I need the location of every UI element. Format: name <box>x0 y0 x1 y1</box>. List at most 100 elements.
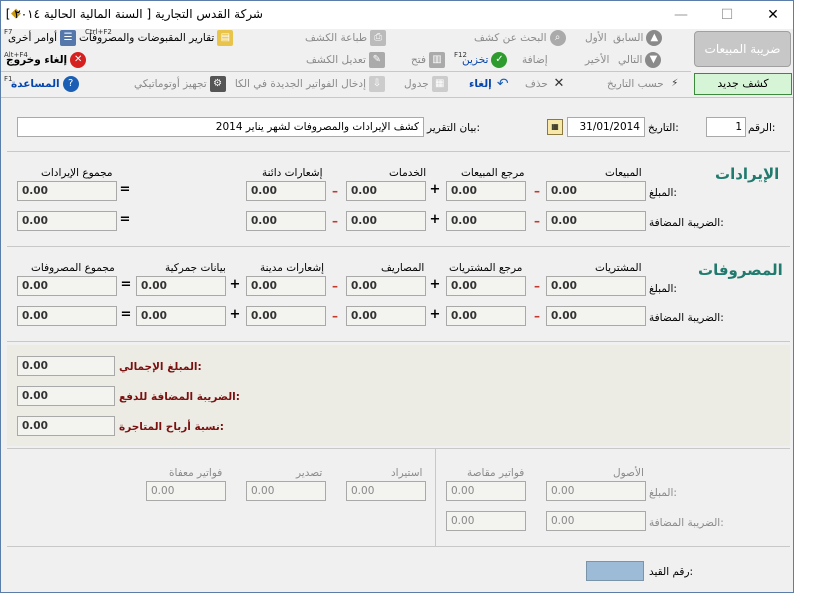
sales-returns-header: مرجع المبيعات <box>461 167 525 179</box>
expenses-divider <box>7 341 790 342</box>
last-button[interactable]: الأخير <box>585 50 609 72</box>
offset-invoices-vat-field[interactable]: 0.00 <box>446 511 526 531</box>
expenses-vat-field[interactable]: 0.00 <box>346 306 426 326</box>
by-date-button[interactable]: حسب التاريخ ⚡ <box>607 74 686 96</box>
sales-amount-field[interactable]: 0.00 <box>546 181 646 201</box>
revenue-divider <box>7 246 790 247</box>
purchase-returns-amount-field[interactable]: 0.00 <box>446 276 526 296</box>
header-divider <box>7 151 790 152</box>
last-label: الأخير <box>585 54 610 66</box>
export-amount-field[interactable]: 0.00 <box>246 481 326 501</box>
revenue-total-header: مجموع الإيرادات <box>41 167 113 179</box>
date-field[interactable]: 31/01/2014 <box>567 117 645 137</box>
previous-button[interactable]: السابق ▲ <box>613 28 665 50</box>
print-button[interactable]: طباعة الكشف ⎙ <box>305 28 389 50</box>
purchases-vat-field[interactable]: 0.00 <box>546 306 646 326</box>
entry-number-label: رقم القيد: <box>649 566 694 578</box>
minus-operator: – <box>332 279 338 293</box>
assets-amount-field[interactable]: 0.00 <box>546 481 646 501</box>
delete-button[interactable]: حذف ✕ <box>525 74 570 96</box>
other-amount-label: المبلغ: <box>649 487 677 499</box>
help-shortcut: F1 <box>4 75 13 83</box>
table-label: جدول <box>404 78 429 90</box>
customs-vat-field[interactable]: 0.00 <box>136 306 226 326</box>
more-commands-button[interactable]: أوامر أخرى ☰ <box>8 28 79 50</box>
edit-label: تعديل الكشف <box>306 54 366 66</box>
gross-amount-field: 0.00 <box>17 356 115 376</box>
calendar-icon[interactable]: ▦ <box>547 119 563 135</box>
equals-operator: = <box>120 277 132 292</box>
debit-notes-amount-field[interactable]: 0.00 <box>246 276 326 296</box>
purchase-returns-header: مرجع المشتريات <box>449 262 523 274</box>
import-invoices-button[interactable]: ⇩إدخال الفواتير الجديدة في الكا <box>233 74 388 96</box>
help-button[interactable]: المساعدة? <box>11 74 82 96</box>
edit-statement-button[interactable]: تعديل الكشف ✎ <box>306 50 388 72</box>
first-button[interactable]: الأول <box>585 28 607 50</box>
sales-returns-amount-field[interactable]: 0.00 <box>446 181 526 201</box>
sales-returns-vat-field[interactable]: 0.00 <box>446 211 526 231</box>
other-divider-vertical <box>435 449 436 546</box>
open-button[interactable]: فتح ▥ <box>411 50 448 72</box>
sales-tax-button[interactable]: ضريبة المبيعات <box>694 31 791 67</box>
services-amount-field[interactable]: 0.00 <box>346 181 426 201</box>
first-label: الأول <box>585 32 607 44</box>
maximize-button[interactable]: ☐ <box>704 1 750 29</box>
debit-notes-vat-field[interactable]: 0.00 <box>246 306 326 326</box>
sort-icon: ⚡ <box>671 78 679 89</box>
revenue-amount-label: المبلغ: <box>649 187 677 199</box>
expenses-title: المصروفات <box>698 261 783 279</box>
number-field[interactable]: 1 <box>706 117 746 137</box>
arrow-down-icon: ▼ <box>645 52 662 68</box>
undo-label: إلغاء <box>469 78 492 90</box>
close-button[interactable]: ✕ <box>750 1 793 29</box>
plus-operator: + <box>229 307 241 322</box>
minus-operator: – <box>534 184 540 198</box>
equals-operator: = <box>119 182 131 197</box>
toolbar-divider <box>1 71 691 72</box>
margin-field: 0.00 <box>17 416 115 436</box>
next-label: التالي <box>618 54 643 66</box>
more-shortcut: F7 <box>4 28 13 36</box>
minimize-button[interactable]: — <box>658 1 704 29</box>
table-button[interactable]: جدول ▦ <box>404 74 451 96</box>
credit-notes-vat-field[interactable]: 0.00 <box>246 211 326 231</box>
table-icon: ▦ <box>431 76 448 92</box>
totals-divider <box>7 448 790 449</box>
report-description-field[interactable]: كشف الإيرادات والمصروفات لشهر يناير 2014 <box>17 117 424 137</box>
purchases-amount-field[interactable]: 0.00 <box>546 276 646 296</box>
credit-notes-header: إشعارات دائنة <box>262 167 323 179</box>
offset-invoices-amount-field[interactable]: 0.00 <box>446 481 526 501</box>
exempt-invoices-amount-field[interactable]: 0.00 <box>146 481 226 501</box>
customs-amount-field[interactable]: 0.00 <box>136 276 226 296</box>
minus-operator: – <box>332 184 338 198</box>
purchase-returns-vat-field[interactable]: 0.00 <box>446 306 526 326</box>
add-button[interactable]: إضافة <box>522 50 548 72</box>
services-vat-field[interactable]: 0.00 <box>346 211 426 231</box>
expenses-amount-field[interactable]: 0.00 <box>346 276 426 296</box>
new-statement-button[interactable]: كشف جديد <box>694 73 792 95</box>
reports-shortcut: Ctrl+F2 <box>85 28 112 36</box>
assets-vat-field[interactable]: 0.00 <box>546 511 646 531</box>
auto-prepare-button[interactable]: تجهيز أوتوماتيكي ⚙ <box>134 74 229 96</box>
next-button[interactable]: التالي ▼ <box>618 50 664 72</box>
credit-notes-amount-field[interactable]: 0.00 <box>246 181 326 201</box>
expenses-total-vat-field: 0.00 <box>17 306 117 326</box>
vat-due-field: 0.00 <box>17 386 115 406</box>
save-shortcut: F12 <box>454 51 467 59</box>
add-label: إضافة <box>522 54 548 66</box>
window-title: شركة القدس التجارية [ السنة المالية الحا… <box>5 7 263 21</box>
search-button[interactable]: البحث عن كشف ⌕ <box>474 28 569 50</box>
close-circle-icon: ✕ <box>70 52 87 68</box>
entry-number-field[interactable] <box>586 561 644 581</box>
import-header: استيراد <box>391 467 423 479</box>
delete-x-icon: ✕ <box>553 76 565 91</box>
book-icon: ▥ <box>428 52 445 68</box>
import-amount-field[interactable]: 0.00 <box>346 481 426 501</box>
vat-due-label: الضريبة المضافة للدفع: <box>119 391 240 403</box>
other-divider <box>7 546 790 547</box>
undo-button[interactable]: إلغاء ↶ <box>469 74 514 96</box>
sales-vat-field[interactable]: 0.00 <box>546 211 646 231</box>
save-button[interactable]: تخزين ✓ <box>462 50 510 72</box>
search-label: البحث عن كشف <box>474 32 547 44</box>
margin-label: نسبة أرباح المتاجرة: <box>119 421 224 433</box>
